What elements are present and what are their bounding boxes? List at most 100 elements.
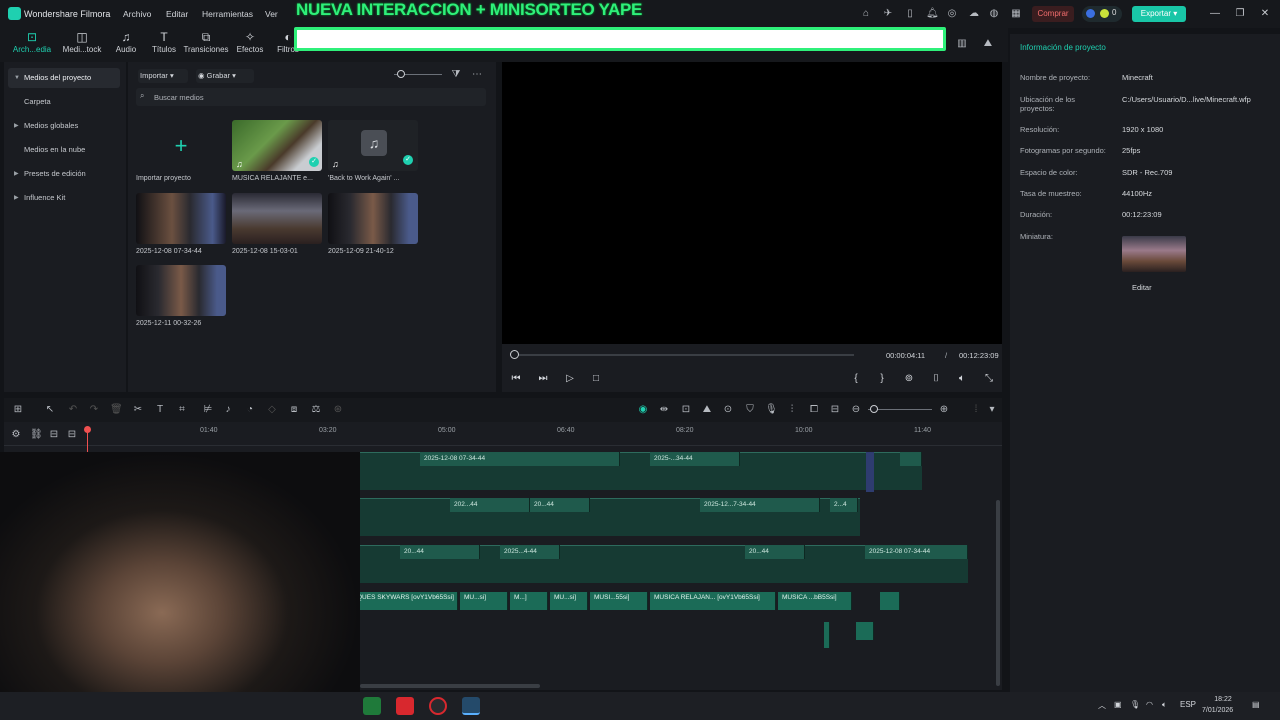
- search-input[interactable]: ⌕ Buscar medios: [136, 88, 486, 106]
- fullscreen-icon[interactable]: ⤡: [982, 372, 996, 386]
- media-thumbnail[interactable]: [328, 193, 418, 244]
- record-button[interactable]: ◉ Grabar ▾: [196, 69, 254, 83]
- render-icon[interactable]: ⊚: [902, 372, 916, 386]
- tab-stock[interactable]: ◫ Medi...tock: [58, 30, 106, 60]
- mark-in-icon[interactable]: {: [849, 372, 863, 386]
- sidebar-item-project-media[interactable]: ▼ Medios del proyecto: [8, 68, 120, 88]
- mixer-icon[interactable]: ⫶: [786, 404, 798, 416]
- audio-clip[interactable]: MU...si]: [460, 592, 508, 610]
- sidebar-item-cloud-media[interactable]: Medios en la nube: [8, 140, 120, 160]
- timeline-vertical-scrollbar[interactable]: [996, 500, 1000, 686]
- mic-icon[interactable]: 🎙︎: [765, 404, 778, 416]
- volume-icon[interactable]: 🔈︎: [955, 372, 969, 386]
- edit-thumbnail-button[interactable]: Editar: [1132, 283, 1152, 292]
- media-thumbnail[interactable]: [232, 193, 322, 244]
- audio-clip[interactable]: MUSI...55si]: [590, 592, 648, 610]
- share-icon[interactable]: ✈: [882, 8, 894, 20]
- chevron-down-icon[interactable]: ▾: [986, 404, 998, 416]
- gift-icon[interactable]: ⌂: [860, 8, 872, 20]
- menu-archivo[interactable]: Archivo: [123, 9, 151, 19]
- timeline-ruler[interactable]: ⚙ ⛓ ⊟ ⊟ 01:40 03:20 05:00 06:40 08:20 10…: [4, 424, 1002, 446]
- keyframe-icon[interactable]: ◇: [266, 404, 278, 416]
- audio-clip[interactable]: M...]: [510, 592, 548, 610]
- image-icon[interactable]: ⛰: [701, 404, 713, 416]
- marker-icon[interactable]: ⛉: [744, 404, 756, 416]
- buy-button[interactable]: Comprar: [1032, 6, 1074, 22]
- video-preview[interactable]: [502, 62, 1002, 344]
- media-thumbnail[interactable]: ♫ ✓: [232, 120, 322, 171]
- tray-wifi-icon[interactable]: ◠: [1146, 700, 1153, 709]
- timeline-clip[interactable]: 2025-12...7-34-44: [700, 498, 820, 512]
- settings-icon[interactable]: ⚙: [10, 429, 22, 441]
- lock-track-icon[interactable]: ⊟: [66, 429, 78, 441]
- filmora-taskbar-icon[interactable]: [462, 697, 480, 715]
- device-icon[interactable]: ▯: [904, 8, 916, 20]
- notification-center-icon[interactable]: ▤: [1252, 700, 1260, 709]
- subtitle-icon[interactable]: ⊟: [829, 404, 841, 416]
- timeline-clip[interactable]: 2025-...34-44: [650, 452, 740, 466]
- audio-clip[interactable]: MUSICA RELAJAN... [ovY1Vb65Ssi]: [650, 592, 776, 610]
- ai-mode-icon[interactable]: ◉: [637, 404, 649, 416]
- grid-icon[interactable]: ⁞: [970, 404, 982, 416]
- credits-badge[interactable]: 0: [1082, 6, 1122, 22]
- tray-date[interactable]: 7/01/2026: [1202, 707, 1233, 714]
- speed-icon[interactable]: ◔: [244, 404, 256, 416]
- audio-clip[interactable]: MU...si]: [550, 592, 588, 610]
- step-back-icon[interactable]: ⏮: [509, 372, 523, 386]
- menu-ver[interactable]: Ver: [265, 9, 278, 19]
- media-thumbnail[interactable]: [136, 265, 226, 316]
- split-icon[interactable]: ✂: [132, 404, 144, 416]
- link-icon[interactable]: ⛓: [30, 429, 43, 441]
- zoom-out-icon[interactable]: ⊖: [850, 404, 862, 416]
- timeline-clip[interactable]: [900, 452, 922, 466]
- timeline-clip[interactable]: 20...44: [530, 498, 590, 512]
- minimize-icon[interactable]: —: [1208, 7, 1222, 21]
- timeline-clip[interactable]: 20...44: [400, 545, 480, 559]
- sidebar-item-influence-kit[interactable]: ▶ Influence Kit: [8, 188, 120, 208]
- text-icon[interactable]: T: [154, 404, 166, 416]
- undo-icon[interactable]: ↶: [67, 404, 79, 416]
- shield-icon[interactable]: ⊙: [722, 404, 734, 416]
- tray-device-icon[interactable]: ▣: [1114, 700, 1122, 709]
- redo-icon[interactable]: ↷: [88, 404, 100, 416]
- close-icon[interactable]: ✕: [1258, 7, 1272, 21]
- ai-tools-icon[interactable]: ⊭: [202, 404, 214, 416]
- stop-icon[interactable]: □: [589, 372, 603, 386]
- filter-icon[interactable]: ⧩: [450, 69, 462, 81]
- stabilize-icon[interactable]: ⊛: [332, 404, 344, 416]
- audio-stretch-icon[interactable]: ♪: [222, 404, 234, 416]
- recorder-icon[interactable]: [396, 697, 414, 715]
- layout-grid-icon[interactable]: ▥: [956, 38, 968, 50]
- export-button[interactable]: Exportar ▾: [1132, 6, 1186, 22]
- timeline-clip[interactable]: 2025-12-08 07-34-44: [865, 545, 968, 559]
- audio-clip[interactable]: [880, 592, 900, 610]
- more-icon[interactable]: ⋯: [471, 69, 483, 81]
- tray-language[interactable]: ESP: [1180, 700, 1196, 709]
- image-icon[interactable]: ⛰: [982, 38, 994, 50]
- scrubber-handle[interactable]: [510, 350, 519, 359]
- step-forward-icon[interactable]: ⏭: [536, 372, 550, 386]
- play-icon[interactable]: ▷: [563, 372, 577, 386]
- tray-time[interactable]: 18:22: [1210, 696, 1236, 703]
- sidebar-item-folder[interactable]: Carpeta: [8, 92, 120, 112]
- preview-scrubber[interactable]: [514, 354, 854, 356]
- tray-volume-icon[interactable]: 🔈︎: [1162, 700, 1167, 710]
- maximize-icon[interactable]: ❐: [1233, 7, 1247, 21]
- tray-chevron-icon[interactable]: ︿: [1098, 700, 1106, 711]
- tab-media[interactable]: ⊡ Arch...edia: [8, 30, 56, 60]
- sidebar-item-edit-presets[interactable]: ▶ Presets de edición: [8, 164, 120, 184]
- add-track-icon[interactable]: ⊟: [48, 429, 60, 441]
- import-button[interactable]: Importar ▾: [138, 69, 188, 83]
- obs-icon[interactable]: [429, 697, 447, 715]
- cloud-icon[interactable]: ☁: [968, 8, 980, 20]
- tips-icon[interactable]: ◎: [946, 8, 958, 20]
- tray-mic-icon[interactable]: 🎙︎: [1130, 700, 1140, 709]
- layout-icon[interactable]: ▦: [1010, 8, 1022, 20]
- media-thumbnail[interactable]: [136, 193, 226, 244]
- pip-icon[interactable]: ⧠: [808, 404, 820, 416]
- audio-clip[interactable]: MUSICA ...bB5Ssi]: [778, 592, 852, 610]
- group-icon[interactable]: ⊡: [680, 404, 692, 416]
- timeline-clip[interactable]: 202...44: [450, 498, 530, 512]
- color-match-icon[interactable]: ⚖: [310, 404, 322, 416]
- tab-titles[interactable]: T Títulos: [140, 30, 188, 60]
